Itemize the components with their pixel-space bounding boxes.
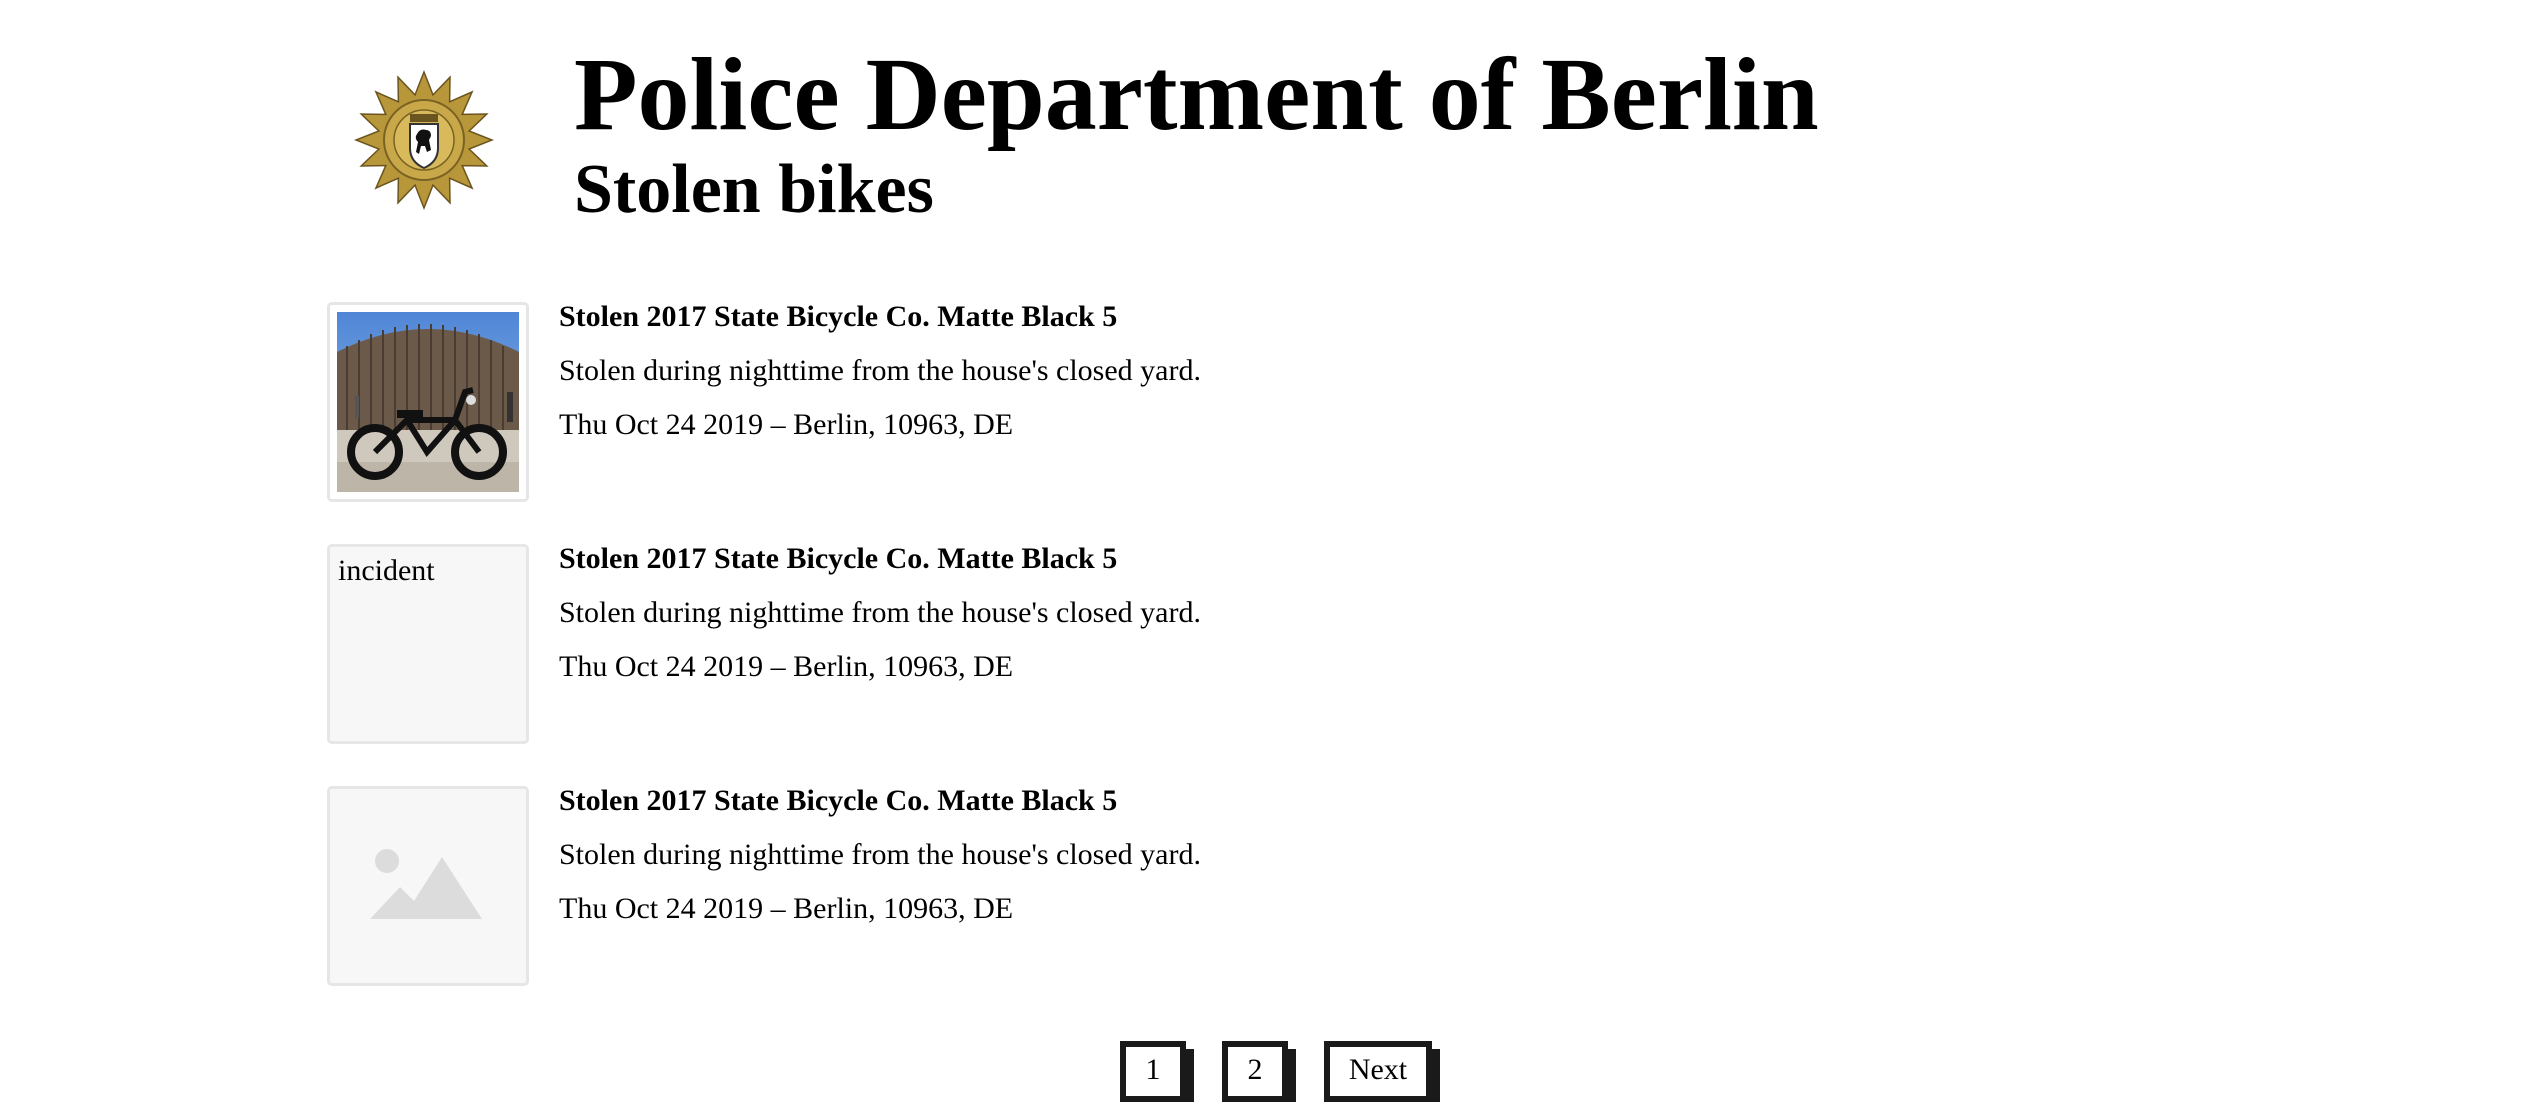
berlin-police-star-icon xyxy=(354,70,494,210)
image-alt-text: incident xyxy=(338,554,435,587)
incident-item[interactable]: Stolen 2017 State Bicycle Co. Matte Blac… xyxy=(327,299,1727,502)
incident-photo[interactable] xyxy=(327,302,529,502)
incident-list: Stolen 2017 State Bicycle Co. Matte Blac… xyxy=(327,299,1727,1028)
header-titles: Police Department of Berlin Stolen bikes xyxy=(574,40,1819,228)
incident-meta: Thu Oct 24 2019 – Berlin, 10963, DE xyxy=(559,408,1014,441)
incident-info: Stolen 2017 State Bicycle Co. Matte Blac… xyxy=(559,541,1201,703)
incident-broken-image[interactable]: incident xyxy=(327,544,529,744)
pagination: 1 2 Next xyxy=(1120,1041,1432,1102)
page-button-1[interactable]: 1 xyxy=(1120,1041,1186,1102)
site-title: Police Department of Berlin xyxy=(574,37,1819,152)
incident-meta: Thu Oct 24 2019 – Berlin, 10963, DE xyxy=(559,650,1014,683)
page: Police Department of Berlin Stolen bikes xyxy=(0,0,2528,1102)
image-placeholder-icon xyxy=(370,849,482,919)
incident-item[interactable]: Stolen 2017 State Bicycle Co. Matte Blac… xyxy=(327,783,1727,986)
incident-info: Stolen 2017 State Bicycle Co. Matte Blac… xyxy=(559,783,1201,945)
incident-title[interactable]: Stolen 2017 State Bicycle Co. Matte Blac… xyxy=(559,783,1201,819)
next-page-button[interactable]: Next xyxy=(1324,1041,1432,1102)
incident-title[interactable]: Stolen 2017 State Bicycle Co. Matte Blac… xyxy=(559,541,1201,577)
bike-photo-image xyxy=(337,312,519,492)
incident-description: Stolen during nighttime from the house's… xyxy=(559,838,1201,871)
page-button-2[interactable]: 2 xyxy=(1222,1041,1288,1102)
incident-description: Stolen during nighttime from the house's… xyxy=(559,596,1201,629)
incident-info: Stolen 2017 State Bicycle Co. Matte Blac… xyxy=(559,299,1201,461)
incident-meta: Thu Oct 24 2019 – Berlin, 10963, DE xyxy=(559,892,1014,925)
incident-description: Stolen during nighttime from the house's… xyxy=(559,354,1201,387)
incident-item[interactable]: incident Stolen 2017 State Bicycle Co. M… xyxy=(327,541,1727,744)
page-header: Police Department of Berlin Stolen bikes xyxy=(354,40,1819,228)
incident-title[interactable]: Stolen 2017 State Bicycle Co. Matte Blac… xyxy=(559,299,1201,335)
page-subtitle: Stolen bikes xyxy=(574,151,934,228)
incident-image-placeholder[interactable] xyxy=(327,786,529,986)
